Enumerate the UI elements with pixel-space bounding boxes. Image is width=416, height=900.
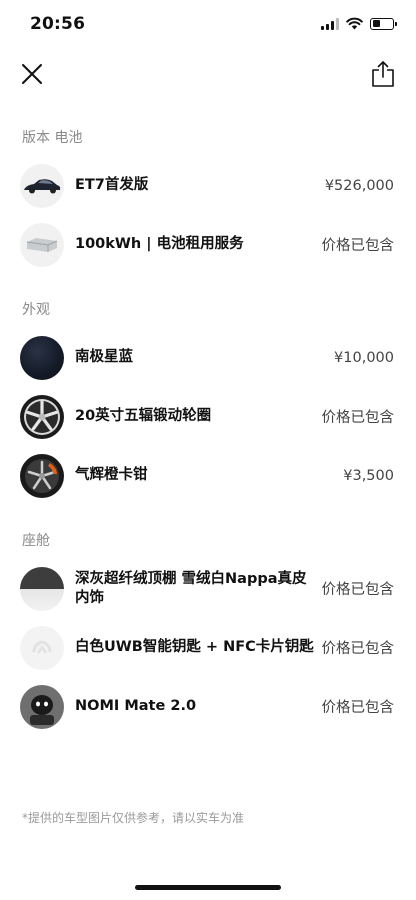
item-label: 气辉橙卡钳 [75,467,148,483]
item-price: ¥3,500 [343,467,394,484]
close-icon [22,64,42,84]
list-item[interactable]: 深灰超纤绒顶棚 雪绒白Nappa真皮内饰 价格已包含 [0,559,416,618]
top-nav [0,56,416,96]
wifi-icon [346,17,363,30]
car-thumbnail-icon [20,163,64,208]
list-item[interactable]: ET7首发版 ¥526,000 [0,156,416,215]
section-title-version-battery: 版本 电池 [22,130,83,146]
list-item[interactable]: 南极星蓝 ¥10,000 [0,328,416,387]
list-item[interactable]: 20英寸五辐锻动轮圈 价格已包含 [0,387,416,446]
item-price: 价格已包含 [321,410,395,426]
item-label: 深灰超纤绒顶棚 雪绒白Nappa真皮内饰 [75,570,307,606]
battery-pack-thumbnail-icon [20,222,64,267]
status-bar: 20:56 [0,0,416,50]
item-label: ET7首发版 [75,177,149,193]
status-time: 20:56 [30,14,86,34]
section-title-exterior: 外观 [22,302,50,318]
list-item[interactable]: 100kWh | 电池租用服务 价格已包含 [0,215,416,274]
item-label: 100kWh | 电池租用服务 [75,236,244,252]
section-title-cabin: 座舱 [22,533,50,549]
paint-color-swatch-icon [20,335,64,380]
interior-swatch-icon [20,566,64,611]
key-thumbnail-icon [20,625,64,670]
item-label: 白色UWB智能钥匙 + NFC卡片钥匙 [75,639,314,655]
item-label: NOMI Mate 2.0 [75,698,197,714]
caliper-thumbnail-icon [20,453,64,498]
cellular-signal-icon [321,17,339,30]
config-summary: 版本 电池 ET7首发版 ¥526,000 100kWh | 电池租用服务 价格… [0,120,416,736]
item-price: 价格已包含 [321,641,395,657]
battery-icon [370,17,397,30]
close-button[interactable] [18,60,46,88]
home-indicator[interactable] [135,885,281,890]
item-price: 价格已包含 [321,238,395,254]
item-label: 20英寸五辐锻动轮圈 [75,408,212,424]
item-label: 南极星蓝 [75,349,133,365]
share-button[interactable] [368,58,398,90]
list-item[interactable]: NOMI Mate 2.0 价格已包含 [0,677,416,736]
item-price: ¥526,000 [324,177,394,194]
item-price: 价格已包含 [321,700,395,716]
disclaimer-footnote: *提供的车型图片仅供参考，请以实车为准 [22,811,245,825]
share-icon [372,61,394,87]
nomi-thumbnail-icon [20,684,64,729]
status-icons [321,17,397,30]
list-item[interactable]: 气辉橙卡钳 ¥3,500 [0,446,416,505]
item-price: ¥10,000 [334,349,394,366]
wheel-thumbnail-icon [20,394,64,439]
list-item[interactable]: 白色UWB智能钥匙 + NFC卡片钥匙 价格已包含 [0,618,416,677]
item-price: 价格已包含 [321,582,395,598]
